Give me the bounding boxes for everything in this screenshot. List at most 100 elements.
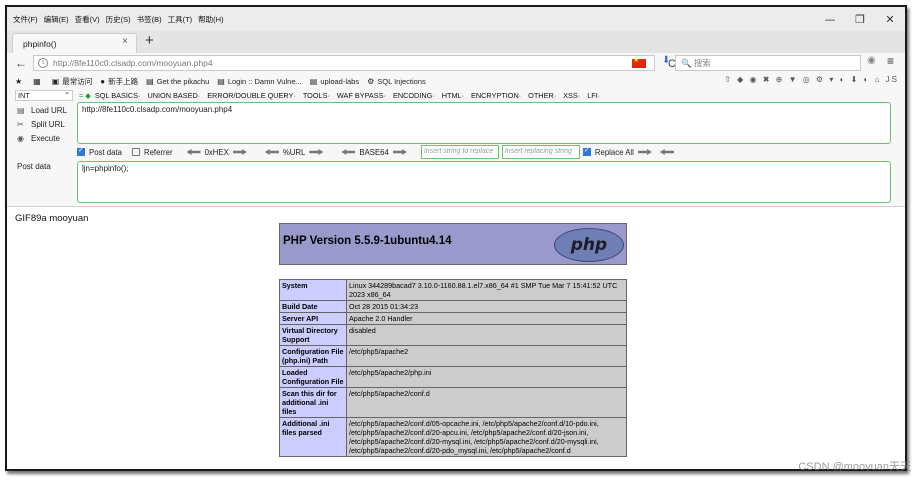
profile-icon[interactable]: ◉ <box>867 55 876 66</box>
table-row: Build Date Oct 28 2015 01:34:23 <box>279 300 627 313</box>
hackbar-menu-item[interactable]: TOOLS· <box>303 91 330 100</box>
row-value: /etc/php5/apache2/conf.d/05-opcache.ini,… <box>346 417 627 457</box>
hackbar-menu-item[interactable]: ENCRYPTION· <box>471 91 521 100</box>
left-arrow-icon <box>264 149 279 155</box>
bookmark-icon: ▤ <box>146 76 154 86</box>
replace-all-checkbox[interactable]: Replace All <box>582 146 678 157</box>
bookmark-icon: ▦ <box>33 76 41 86</box>
bookmark-item[interactable]: ▤ upload-labs <box>310 77 359 86</box>
menu-bar: 文件(F) 编辑(E) 查看(V) 历史(S) 书签(B) 工具(T) 帮助(H) <box>7 7 905 31</box>
bookmark-label: 新手上路 <box>108 76 139 86</box>
new-tab-button[interactable]: + <box>145 32 154 49</box>
php-version-title: PHP Version 5.5.9-1ubuntu4.14 <box>283 235 452 247</box>
url-path: /mooyuan.php4 <box>153 58 213 68</box>
navigation-bar: ← i http://8fe110c0.clsadp.com /mooyuan.… <box>7 53 905 73</box>
minimize-button[interactable]: — <box>815 13 845 26</box>
bookmark-item[interactable]: ⚙ SQL Injections <box>367 77 426 86</box>
replace-string-input[interactable]: Insert string to replace <box>420 145 499 159</box>
pocket-icon[interactable]: ⬇ <box>662 55 670 66</box>
gif-header-text: GIF89a mooyuan <box>15 213 89 224</box>
menu-item[interactable]: 编辑(E) <box>44 14 69 25</box>
encoding-select[interactable]: INT <box>15 88 73 101</box>
hackbar-menu-item[interactable]: OTHER· <box>528 91 556 100</box>
post-data-textarea[interactable]: ljn=phpinfo(); <box>77 161 891 203</box>
split-url-button[interactable]: ✂ Split URL <box>17 117 67 131</box>
bookmark-label: Get the pikachu <box>156 76 210 86</box>
table-row: Virtual Directory Support disabled <box>279 324 627 346</box>
replacing-string-input[interactable]: Insert replacing string <box>501 145 580 159</box>
left-arrow-icon <box>659 149 674 155</box>
load-url-button[interactable]: ▤ Load URL <box>17 103 67 117</box>
address-bar[interactable]: i http://8fe110c0.clsadp.com /mooyuan.ph… <box>33 55 676 71</box>
post-data-checkbox[interactable]: Post data <box>77 146 122 157</box>
close-window-button[interactable]: ✕ <box>875 13 905 26</box>
info-icon[interactable]: i <box>38 58 48 68</box>
toolbar-extension-icons[interactable]: ⇧ ◆ ◉ ✖ ⊕ ▼ ◎ ⚙ ▾ ◐ ⬇ ◐ ⌂ JS <box>724 75 899 84</box>
menu-item[interactable]: 书签(B) <box>137 14 162 25</box>
hackbar-menu-item[interactable]: HTML· <box>442 91 464 100</box>
search-input[interactable]: 🔍 搜索 <box>675 55 861 71</box>
menu-item[interactable]: 文件(F) <box>13 14 38 25</box>
menu-item[interactable]: 历史(S) <box>106 14 131 25</box>
hex-encoder[interactable]: 0xHEX <box>183 148 251 157</box>
base64-encoder[interactable]: BASE64 <box>337 148 410 157</box>
row-key: Virtual Directory Support <box>279 324 347 346</box>
row-key: Scan this dir for additional .ini files <box>279 387 347 418</box>
hackbar-url-textarea[interactable]: http://8fe110c0.clsadp.com/mooyuan.php4 <box>77 102 891 144</box>
url-encoder[interactable]: %URL <box>261 148 328 157</box>
bookmark-item[interactable]: ● 新手上路 <box>100 76 138 87</box>
bookmark-item[interactable]: ★ <box>15 77 25 86</box>
bookmark-item[interactable]: ▦ <box>33 77 44 86</box>
bookmark-icon: ★ <box>15 76 23 86</box>
hackbar-options-row: Post data Referrer 0xHEX %URL BASE64 Ins… <box>77 145 688 159</box>
right-arrow-icon <box>637 149 652 155</box>
bookmark-icon: ● <box>100 76 106 86</box>
row-key: Server API <box>279 312 347 325</box>
row-key: Additional .ini files parsed <box>279 417 347 457</box>
row-value: /etc/php5/apache2 <box>346 345 627 367</box>
row-value: disabled <box>346 324 627 346</box>
row-key: System <box>279 279 347 301</box>
hackbar-menu-item[interactable]: SQL BASICS· <box>95 91 141 100</box>
table-row: Server API Apache 2.0 Handler <box>279 312 627 325</box>
right-arrow-icon <box>392 149 407 155</box>
row-key: Configuration File (php.ini) Path <box>279 345 347 367</box>
menu-item[interactable]: 帮助(H) <box>198 14 223 25</box>
bookmark-item[interactable]: ▣ 最常访问 <box>52 76 93 87</box>
table-row: Loaded Configuration File/etc/php5/apach… <box>279 366 627 388</box>
tab-phpinfo[interactable]: phpinfo() × <box>12 33 137 53</box>
bookmark-item[interactable]: ▤ Login :: Damn Vulne... <box>217 77 302 86</box>
menu-item[interactable]: 查看(V) <box>75 14 100 25</box>
row-value: /etc/php5/apache2/php.ini <box>346 366 627 388</box>
page-content: GIF89a mooyuan PHP Version 5.5.9-1ubuntu… <box>7 206 905 469</box>
bookmark-item[interactable]: ▤ Get the pikachu <box>146 77 209 86</box>
url-host: http://8fe110c0.clsadp.com <box>53 58 154 68</box>
load-url-icon: ▤ <box>17 105 25 115</box>
bookmark-icon: ▣ <box>51 76 60 86</box>
menu-item[interactable]: 工具(T) <box>168 14 193 25</box>
bookmark-label: Login :: Damn Vulne... <box>227 76 302 86</box>
tab-title: phpinfo() <box>23 38 57 49</box>
watermark: CSDN @mooyuan天天 <box>798 461 911 473</box>
hackbar-menu-item[interactable]: WAF BYPASS· <box>337 91 386 100</box>
hackbar-toggle-icon[interactable]: = ◆ <box>79 91 91 100</box>
post-data-label: Post data <box>17 162 51 171</box>
hackbar-menu-item[interactable]: UNION BASED· <box>147 91 200 100</box>
browser-window: 文件(F) 编辑(E) 查看(V) 历史(S) 书签(B) 工具(T) 帮助(H) — ❐ … <box>5 5 907 471</box>
left-arrow-icon <box>186 149 201 155</box>
hackbar-menu-item[interactable]: LFI· <box>587 91 600 100</box>
back-arrow-icon[interactable]: ← <box>11 56 31 70</box>
hackbar-menu-item[interactable]: XSS· <box>563 91 580 100</box>
hackbar-menu-item[interactable]: ERROR/DOUBLE QUERY· <box>207 91 296 100</box>
tab-close-icon[interactable]: × <box>122 36 128 47</box>
bookmark-label: upload-labs <box>320 76 360 86</box>
row-value: Oct 28 2015 01:34:23 <box>346 300 627 313</box>
bookmark-icon: ▤ <box>217 76 225 86</box>
execute-button[interactable]: ◉ Execute <box>17 131 67 145</box>
hackbar-menu-item[interactable]: ENCODING· <box>393 91 435 100</box>
table-row: Additional .ini files parsed/etc/php5/ap… <box>279 417 627 457</box>
maximize-button[interactable]: ❐ <box>845 13 875 26</box>
hamburger-menu-icon[interactable]: ≡ <box>887 54 894 68</box>
php-logo-icon[interactable]: php <box>554 228 624 262</box>
referrer-checkbox[interactable]: Referrer <box>131 148 173 157</box>
